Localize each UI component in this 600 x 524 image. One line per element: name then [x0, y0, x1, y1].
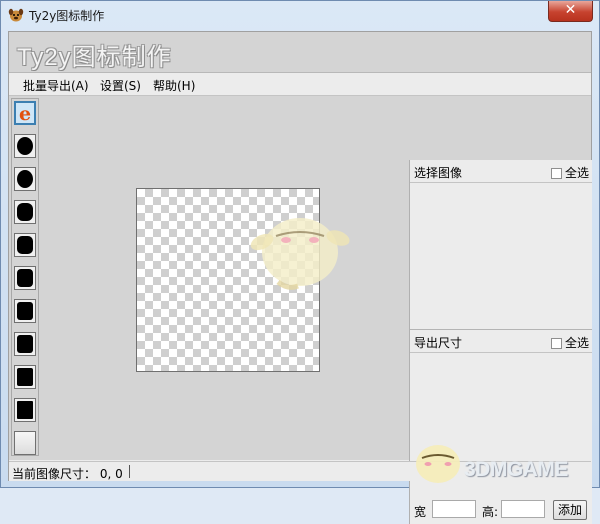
- export-size-header: 导出尺寸 全选: [410, 330, 592, 353]
- image-list[interactable]: [410, 183, 592, 328]
- square-shape-icon: [17, 335, 33, 353]
- tool-circle-1[interactable]: [14, 134, 36, 158]
- shape-toolstrip: e: [11, 98, 39, 456]
- tool-square-4[interactable]: [14, 398, 36, 422]
- circle-shape-icon: [17, 137, 33, 155]
- rounded-square-shape-icon: [17, 236, 33, 254]
- close-icon: ✕: [564, 2, 577, 18]
- export-size-title: 导出尺寸: [414, 336, 463, 350]
- tool-square-2[interactable]: [14, 332, 36, 356]
- tool-rounded-3[interactable]: [14, 266, 36, 290]
- square-shape-icon: [17, 302, 33, 320]
- square-shape-icon: [17, 401, 33, 419]
- menu-bar: 批量导出(A) 设置(S) 帮助(H): [9, 73, 591, 96]
- tool-rounded-2[interactable]: [14, 233, 36, 257]
- width-input[interactable]: [432, 500, 476, 518]
- menu-help[interactable]: 帮助(H): [153, 77, 195, 94]
- menu-batch-export[interactable]: 批量导出(A): [23, 77, 89, 94]
- rounded-square-shape-icon: [17, 269, 33, 287]
- close-button[interactable]: ✕: [548, 1, 593, 22]
- select-all-checkbox[interactable]: [550, 338, 562, 349]
- ie-logo-icon: e: [19, 103, 32, 125]
- tool-blank[interactable]: [14, 431, 36, 455]
- status-separator: [129, 465, 130, 478]
- select-all-label: 全选: [564, 336, 589, 350]
- tool-square-1[interactable]: [14, 299, 36, 323]
- select-image-title: 选择图像: [414, 166, 463, 180]
- status-image-size: 当前图像尺寸： 0, 0: [12, 467, 123, 481]
- circle-shape-icon: [17, 170, 33, 188]
- tool-square-3[interactable]: [14, 365, 36, 389]
- banner-title: Ty2y图标制作: [17, 44, 172, 71]
- add-button[interactable]: 添加: [553, 500, 587, 520]
- size-input-row: 宽 高: 添加: [410, 494, 592, 524]
- window-title: Ty2y图标制作: [29, 9, 105, 23]
- mascot-watermark: [250, 218, 350, 290]
- app-banner: Ty2y图标制作: [9, 32, 591, 73]
- export-size-select-all[interactable]: 全选: [550, 334, 589, 351]
- select-image-header: 选择图像 全选: [410, 160, 592, 183]
- tool-ie-logo[interactable]: e: [14, 101, 36, 125]
- menu-settings[interactable]: 设置(S): [100, 77, 141, 94]
- title-bar[interactable]: Ty2y图标制作 ✕: [1, 1, 599, 29]
- height-input[interactable]: [501, 500, 545, 518]
- preview-canvas-area: [41, 98, 407, 456]
- height-label: 高:: [482, 505, 499, 519]
- watermark-mascot: [416, 445, 460, 483]
- watermark-text: 3DMGAME: [464, 458, 568, 481]
- square-shape-icon: [17, 368, 33, 386]
- select-image-select-all[interactable]: 全选: [550, 164, 589, 181]
- app-dog-icon: [8, 7, 24, 23]
- select-all-label: 全选: [564, 166, 589, 180]
- tool-rounded-1[interactable]: [14, 200, 36, 224]
- select-all-checkbox[interactable]: [550, 168, 562, 179]
- tool-circle-2[interactable]: [14, 167, 36, 191]
- width-label: 宽: [414, 505, 427, 519]
- rounded-square-shape-icon: [17, 203, 33, 221]
